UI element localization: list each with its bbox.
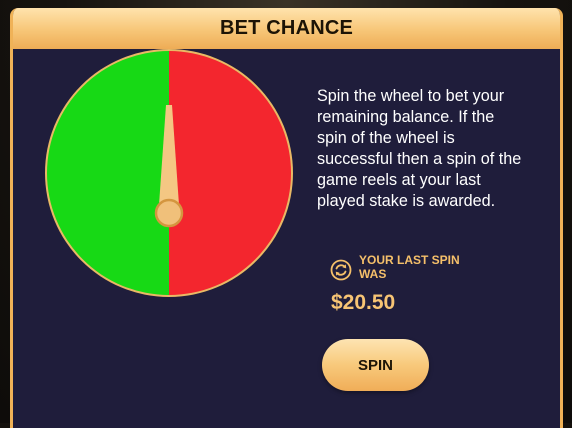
dialog-title: BET CHANCE [219,17,354,39]
spin-button[interactable]: SPIN [322,339,429,391]
wheel-graphic [45,49,293,297]
last-spin-block: YOUR LAST SPIN WAS [330,253,480,285]
chance-wheel[interactable] [43,47,295,299]
bet-chance-description: Spin the wheel to bet your remaining bal… [317,87,522,210]
last-spin-label: YOUR LAST SPIN WAS [359,253,460,281]
wheel-win-segment [47,51,169,295]
wheel-pointer-hub [154,198,184,228]
last-spin-amount: $20.50 [331,291,396,314]
refresh-icon [330,259,352,281]
dialog-header: BET CHANCE [13,8,560,49]
wheel-lose-segment [169,51,291,295]
info-panel: Spin the wheel to bet your remaining bal… [317,86,527,212]
